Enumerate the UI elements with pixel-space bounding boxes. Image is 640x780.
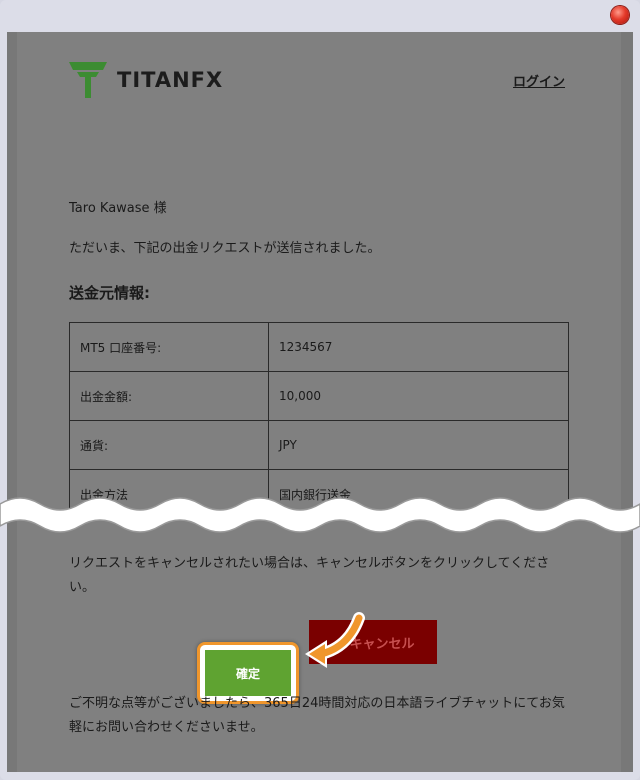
titanfx-logo-icon: [69, 62, 107, 98]
row-value: 1234567: [268, 322, 569, 372]
page-break-wave: [0, 497, 640, 533]
footer-note: ご不明な点等がございましたら、365日24時間対応の日本語ライブチャットにてお気…: [69, 696, 565, 735]
confirm-button[interactable]: 確定: [205, 650, 291, 696]
request-message: ただいま、下記の出金リクエストが送信されました。: [69, 241, 381, 256]
login-link[interactable]: ログイン: [513, 71, 565, 90]
row-label: 出金金額:: [69, 371, 269, 421]
arrow-icon: [305, 612, 365, 668]
table-row: MT5 口座番号: 1234567: [69, 322, 569, 372]
greeting: Taro Kawase 様: [69, 201, 167, 216]
brand-logo: TITANFX: [69, 60, 223, 100]
section-title: 送金元情報:: [69, 284, 150, 302]
close-icon[interactable]: [611, 6, 629, 24]
row-label: MT5 口座番号:: [69, 322, 269, 372]
row-label: 通貨:: [69, 420, 269, 470]
window: TITANFX ログイン Taro Kawase 様 ただいま、下記の出金リクエ…: [0, 0, 640, 780]
logo-text: TITANFX: [117, 68, 224, 92]
row-value: JPY: [268, 420, 569, 470]
row-value: 10,000: [268, 371, 569, 421]
cancel-note: リクエストをキャンセルされたい場合は、キャンセルボタンをクリックしてください。: [69, 556, 550, 595]
email-content: TITANFX ログイン Taro Kawase 様 ただいま、下記の出金リクエ…: [7, 32, 633, 772]
table-row: 通貨: JPY: [69, 420, 569, 470]
table-row: 出金金額: 10,000: [69, 371, 569, 421]
